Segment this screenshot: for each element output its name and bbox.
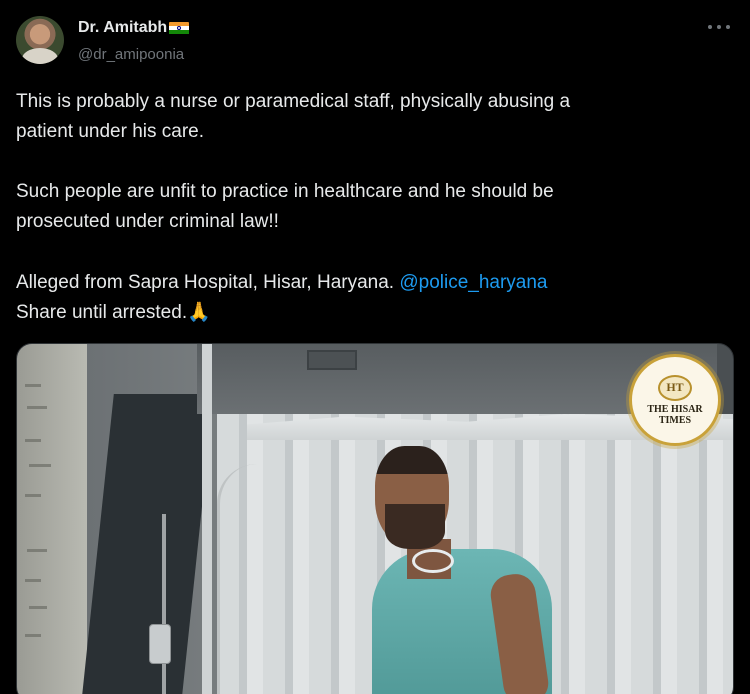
video-iv-pole (162, 514, 166, 694)
tweet-text-line: prosecuted under criminal law!! (16, 211, 279, 232)
tweet-text-segment: Alleged from Sapra Hospital, Hisar, Hary… (16, 272, 400, 293)
tweet-text-line: Share until arrested.🙏 (16, 298, 211, 328)
video-iv-bag (149, 624, 171, 664)
author-handle[interactable]: @dr_amipoonia (78, 46, 184, 63)
tweet-text-line: patient under his care. (16, 121, 205, 142)
video-cable (217, 464, 257, 694)
avatar-shirt (22, 48, 58, 64)
video-person-mask (412, 549, 454, 573)
folded-hands-emoji-icon: 🙏 (187, 302, 211, 323)
india-flag-icon (169, 21, 190, 35)
avatar[interactable] (16, 16, 64, 64)
more-options-icon[interactable] (708, 21, 730, 33)
author-name-row[interactable]: Dr. Amitabh (78, 18, 190, 38)
mention-link[interactable]: @police_haryana (399, 272, 547, 293)
video-curtain-rail (202, 344, 212, 694)
watermark-logo: HT THE HISAR TIMES (629, 354, 721, 446)
video-vent (307, 350, 357, 370)
watermark-text: THE HISAR TIMES (647, 403, 703, 426)
tweet-text-line: This is probably a nurse or paramedical … (16, 91, 571, 112)
tweet-video[interactable]: HT THE HISAR TIMES (16, 343, 734, 694)
author-display-name[interactable]: Dr. Amitabh (78, 19, 167, 37)
watermark-emblem: HT (658, 374, 692, 401)
tweet-text-segment: Share until arrested. (16, 302, 188, 323)
tweet-text-line: Alleged from Sapra Hospital, Hisar, Hary… (16, 268, 548, 298)
tweet-text-line: Such people are unfit to practice in hea… (16, 181, 554, 202)
tweet-card: Dr. Amitabh @dr_amipoonia This is probab… (0, 0, 750, 694)
video-wall (17, 344, 87, 694)
video-person-beard (385, 504, 445, 549)
